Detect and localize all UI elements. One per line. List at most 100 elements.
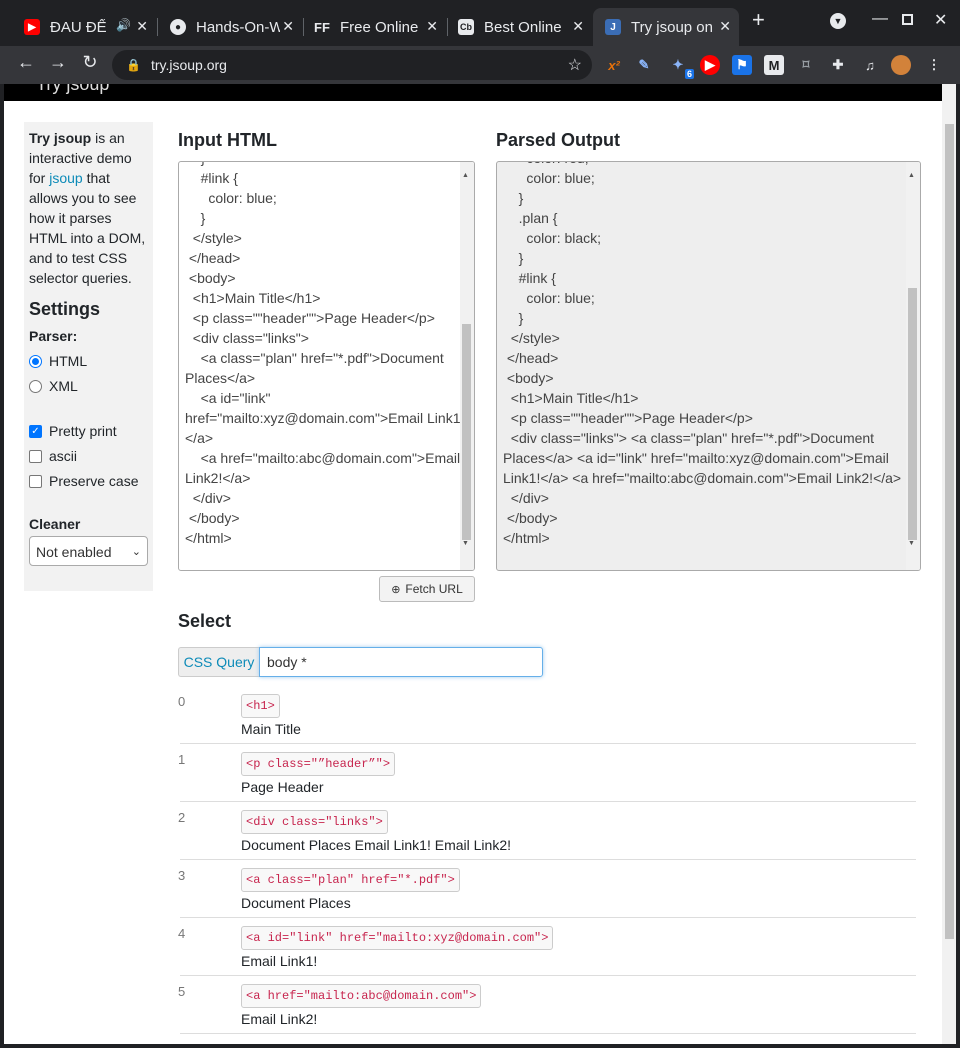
tab-github[interactable]: ● Hands-On-W ✕ <box>158 8 302 46</box>
page-scrollbar-thumb[interactable] <box>945 124 954 939</box>
bookmark-star-icon[interactable]: ☆ <box>568 55 582 75</box>
result-index: 1 <box>178 752 186 767</box>
close-icon[interactable]: ✕ <box>426 18 438 35</box>
result-row: 3 <a class="plan" href="*.pdf"> Document P… <box>178 860 916 918</box>
close-icon[interactable]: ✕ <box>719 18 731 35</box>
page-scrollbar[interactable] <box>942 84 956 1044</box>
tab-cb[interactable]: Cb Best Online ✕ <box>446 8 592 46</box>
back-icon[interactable]: ← <box>14 52 38 73</box>
result-index: 5 <box>178 984 186 999</box>
result-row: 1 <p class="”header”"> Page Header <box>178 744 916 802</box>
input-html-text: } #link { color: blue; } </style> </head… <box>185 162 465 546</box>
site-brand[interactable]: Try jsoup <box>36 84 109 95</box>
result-index: 0 <box>178 694 186 709</box>
output-scrollbar[interactable]: ▲ ▼ <box>906 162 920 570</box>
parser-xml-radio[interactable]: XML <box>29 376 148 396</box>
fetch-url-label: Fetch URL <box>405 582 463 596</box>
result-tag: <a class="plan" href="*.pdf"> <box>241 868 460 892</box>
url-text: try.jsoup.org <box>150 57 227 73</box>
puzzle-icon[interactable]: ✚ <box>828 55 848 75</box>
input-title: Input HTML <box>178 130 277 150</box>
kebab-menu-icon[interactable]: ⋮ <box>924 55 944 75</box>
result-index: 3 <box>178 868 186 883</box>
intro-bold: Try jsoup <box>29 130 92 146</box>
result-index: 4 <box>178 926 186 941</box>
result-text: Document Places <box>241 895 351 911</box>
browser-toolbar: ← → ↻ 🔒 try.jsoup.org ☆ x² ✎ ✦ 6 ▶ ⚑ M ⌑ … <box>0 46 960 84</box>
github-icon: ● <box>170 19 186 35</box>
lock-icon: 🔒 <box>126 58 141 72</box>
minimize-icon[interactable]: — <box>872 10 888 28</box>
jsoup-link[interactable]: jsoup <box>49 170 82 186</box>
radio[interactable] <box>29 379 42 393</box>
result-tag: <div class="links"> <box>241 810 388 834</box>
fetch-url-button[interactable]: ⊕ Fetch URL <box>379 576 475 602</box>
tab-title: Try jsoup on <box>631 18 713 36</box>
checkbox[interactable] <box>29 449 42 463</box>
tab-jsoup[interactable]: J Try jsoup on ✕ <box>593 8 739 46</box>
radio-selected[interactable] <box>29 354 42 368</box>
tab-search-icon[interactable]: ▼ <box>830 13 846 29</box>
result-row: 0 <h1> Main Title <box>178 686 916 744</box>
new-tab-icon[interactable]: + <box>752 7 765 33</box>
tab-title: ĐAU ĐỂ <box>50 18 107 36</box>
close-icon[interactable]: ✕ <box>572 18 584 35</box>
page-content: Try jsoup Try jsoup is an interactive de… <box>4 84 956 1044</box>
radio-label: XML <box>49 378 78 394</box>
media-icon[interactable]: ♫ <box>860 55 880 75</box>
reload-icon[interactable]: ↻ <box>78 52 102 73</box>
flag-ext-icon[interactable]: ⚑ <box>732 55 752 75</box>
bookmark-ext-icon[interactable]: ⌑ <box>796 55 816 75</box>
forward-icon[interactable]: → <box>46 52 70 73</box>
ascii-checkbox[interactable]: ascii <box>29 446 148 466</box>
result-tag: <h1> <box>241 694 280 718</box>
input-scrollbar[interactable]: ▲ ▼ <box>460 162 474 570</box>
tab-youtube[interactable]: ▶ ĐAU ĐỂ 🔊 ✕ <box>12 8 156 46</box>
result-text: Email Link1! <box>241 953 318 969</box>
superscript-ext-icon[interactable]: x² <box>604 55 624 75</box>
result-row: 2 <div class="links"> Document Places Emai… <box>178 802 916 860</box>
youtube-ext-icon[interactable]: ▶ <box>700 55 720 75</box>
tab-title: Free Online <box>340 18 419 36</box>
close-icon[interactable]: ✕ <box>282 18 294 35</box>
translate-ext-icon[interactable]: ✦ 6 <box>668 55 694 79</box>
close-window-icon[interactable]: ✕ <box>934 10 947 30</box>
intro-part-2: that allows you to see how it parses HTM… <box>29 170 146 286</box>
settings-title: Settings <box>29 299 101 319</box>
pretty-print-checkbox[interactable]: ✓ Pretty print <box>29 421 148 441</box>
checkbox-label: ascii <box>49 448 78 464</box>
parser-label: Parser: <box>29 328 78 344</box>
parser-html-radio[interactable]: HTML <box>29 351 148 371</box>
speaker-icon[interactable]: 🔊 <box>116 18 131 32</box>
input-html-textarea[interactable]: } #link { color: blue; } </style> </head… <box>178 161 475 571</box>
tab-title: Hands-On-W <box>196 18 280 36</box>
chevron-down-icon: ⌄ <box>131 546 141 558</box>
cb-icon: Cb <box>458 19 474 35</box>
pen-ext-icon[interactable]: ✎ <box>634 55 654 75</box>
tab-title: Best Online <box>484 18 562 36</box>
tab-ff[interactable]: FF Free Online ✕ <box>302 8 446 46</box>
output-title: Parsed Output <box>496 130 621 150</box>
result-tag: <a href="mailto:abc@domain.com"> <box>241 984 482 1008</box>
checkbox[interactable] <box>29 474 42 488</box>
youtube-icon: ▶ <box>24 19 40 35</box>
ext-badge: 6 <box>684 69 694 79</box>
close-icon[interactable]: ✕ <box>136 18 148 35</box>
parsed-output-textarea[interactable]: color: red; color: blue; } .plan { color… <box>496 161 921 571</box>
address-bar[interactable]: 🔒 try.jsoup.org ☆ <box>112 50 592 80</box>
cleaner-select[interactable]: Not enabled ⌄ <box>29 536 148 566</box>
parsed-output-text: color: red; color: blue; } .plan { color… <box>503 162 902 546</box>
sidebar: Try jsoup is an interactive demo for jso… <box>24 122 153 591</box>
avatar[interactable] <box>891 55 911 75</box>
css-query-label: CSS Query <box>178 647 259 677</box>
check-icon[interactable]: ✓ <box>29 424 42 438</box>
result-text: Document Places Email Link1! Email Link2… <box>241 837 512 853</box>
css-query-input[interactable]: body * <box>259 647 543 677</box>
result-tag: <p class="”header”"> <box>241 752 396 776</box>
preserve-case-checkbox[interactable]: Preserve case <box>29 471 148 491</box>
site-header: Try jsoup <box>4 84 956 101</box>
maximize-icon[interactable] <box>902 14 913 25</box>
download-icon: ⊕ <box>391 583 401 596</box>
result-index: 2 <box>178 810 186 825</box>
m-ext-icon[interactable]: M <box>764 55 784 75</box>
